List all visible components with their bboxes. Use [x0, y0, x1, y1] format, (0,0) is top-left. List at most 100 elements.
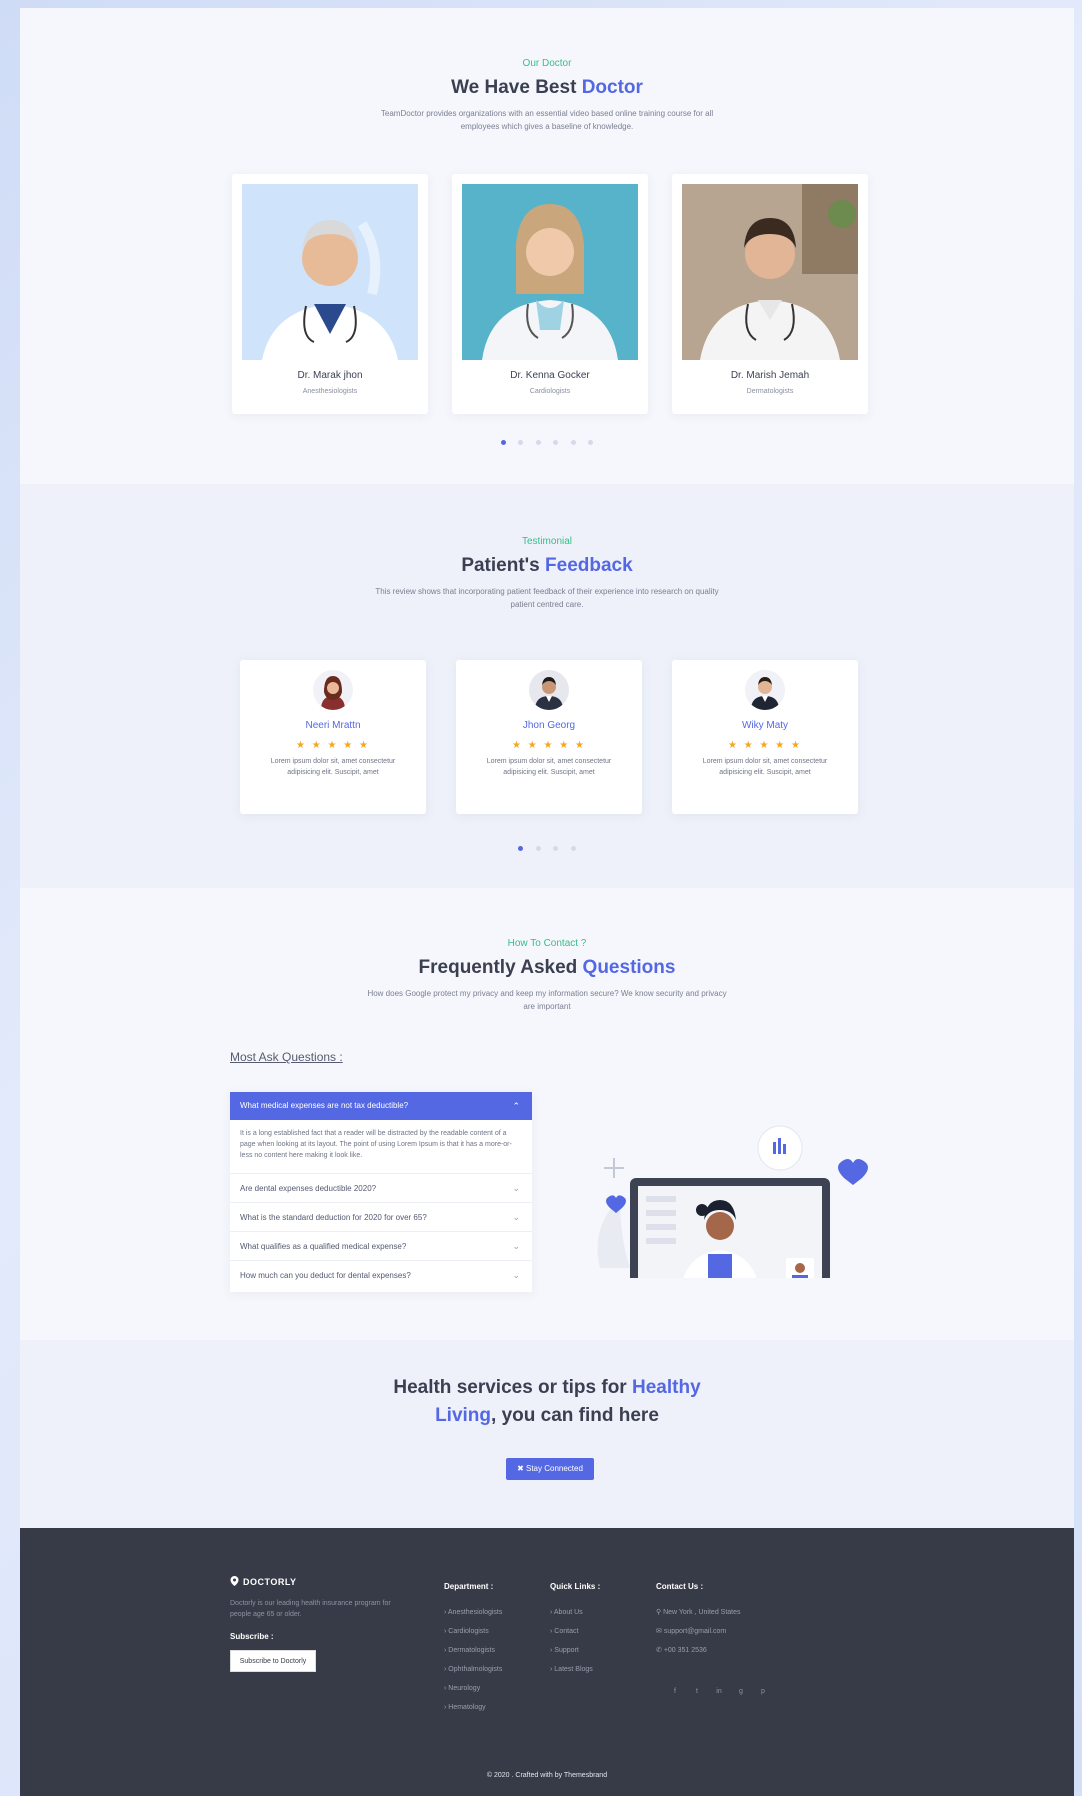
- doctor-carousel-pager: [20, 432, 1074, 450]
- faq-question-text: Are dental expenses deductible 2020?: [240, 1184, 377, 1193]
- copyright: © 2020 . Crafted with by Themesbrand: [486, 1772, 608, 1779]
- subscribe-label: Subscribe :: [230, 1632, 274, 1641]
- cta-line2-plain: , you can find here: [491, 1405, 659, 1426]
- faq-accordion: What medical expenses are not tax deduct…: [230, 1092, 532, 1292]
- pager-dot[interactable]: [570, 846, 576, 851]
- faq-section: How To Contact ? Frequently Asked Questi…: [20, 888, 1074, 1340]
- department-column: Department : Anesthesiologists Cardiolog…: [444, 1582, 502, 1717]
- doctors-heading: We Have Best Doctor: [20, 77, 1074, 99]
- footer-brand[interactable]: DOCTORLY: [230, 1576, 297, 1587]
- feedback-card[interactable]: Jhon Georg ★ ★ ★ ★ ★ Lorem ipsum dolor s…: [456, 660, 642, 814]
- feedback-text: Lorem ipsum dolor sit, amet consectetur …: [702, 758, 828, 776]
- linkedin-icon[interactable]: in: [708, 1688, 730, 1695]
- quick-link[interactable]: Latest Blogs: [550, 1660, 600, 1679]
- chevron-down-icon: ⌄: [512, 1212, 520, 1222]
- doctor-name: Dr. Marish Jemah: [730, 370, 810, 381]
- chevron-down-icon: ⌄: [512, 1270, 520, 1280]
- feedback-name: Neeri Mrattn: [305, 720, 361, 731]
- google-icon[interactable]: g: [730, 1688, 752, 1695]
- pager-dot[interactable]: [535, 440, 541, 445]
- testimonials-eyebrow: Testimonial: [521, 536, 573, 547]
- faq-heading-accent: Questions: [582, 957, 676, 978]
- contact-email-text: support@gmail.com: [663, 1628, 727, 1635]
- feedback-name: Jhon Georg: [522, 720, 576, 731]
- pinterest-icon[interactable]: p: [752, 1688, 774, 1695]
- faq-question-open[interactable]: What medical expenses are not tax deduct…: [230, 1092, 532, 1120]
- doctor-name: Dr. Marak jhon: [297, 370, 363, 381]
- pager-dot[interactable]: [535, 846, 541, 851]
- subscribe-button[interactable]: Subscribe to Doctorly: [230, 1650, 316, 1672]
- phone-icon: ✆: [656, 1647, 664, 1654]
- contact-phone-text: +00 351 2536: [663, 1647, 707, 1654]
- faq-question-text: What medical expenses are not tax deduct…: [240, 1101, 409, 1110]
- cta-line1-plain: Health services or tips for: [393, 1377, 632, 1398]
- doctor-carousel: Dr. Marak jhon Anesthesiologists Dr. Ken…: [232, 174, 868, 414]
- department-link[interactable]: Cardiologists: [444, 1622, 502, 1641]
- pager-dot[interactable]: [570, 440, 576, 445]
- location-pin-icon: [230, 1576, 239, 1586]
- quick-links-column: Quick Links : About Us Contact Support L…: [550, 1582, 600, 1679]
- doctor-card[interactable]: Dr. Marak jhon Anesthesiologists: [232, 174, 428, 414]
- department-link[interactable]: Dermatologists: [444, 1641, 502, 1660]
- pager-dot[interactable]: [553, 846, 559, 851]
- department-link[interactable]: Hematology: [444, 1698, 502, 1717]
- footer: DOCTORLY Doctorly is our leading health …: [20, 1528, 1074, 1796]
- faq-list-label: Most Ask Questions :: [230, 1050, 343, 1064]
- faq-question-text: How much can you deduct for dental expen…: [240, 1271, 411, 1280]
- star-rating: ★ ★ ★ ★ ★: [296, 740, 370, 751]
- feedback-card[interactable]: Neeri Mrattn ★ ★ ★ ★ ★ Lorem ipsum dolor…: [240, 660, 426, 814]
- contact-email[interactable]: ✉ support@gmail.com: [656, 1622, 741, 1641]
- pager-dot[interactable]: [518, 440, 524, 445]
- contact-phone[interactable]: ✆ +00 351 2536: [656, 1641, 741, 1660]
- cta-line1-accent: Healthy: [632, 1377, 701, 1398]
- doctor-photo: [682, 184, 858, 360]
- chevron-down-icon: ⌄: [512, 1183, 520, 1193]
- department-link[interactable]: Neurology: [444, 1679, 502, 1698]
- department-link[interactable]: Anesthesiologists: [444, 1603, 502, 1622]
- stay-connected-button[interactable]: ✖ Stay Connected: [506, 1458, 594, 1480]
- doctors-heading-plain: We Have Best: [451, 77, 582, 98]
- pager-dot[interactable]: [518, 846, 524, 851]
- contact-title: Contact Us :: [656, 1582, 704, 1591]
- chevron-up-icon: ⌃: [512, 1101, 520, 1111]
- faq-eyebrow: How To Contact ?: [507, 938, 587, 949]
- cta-section: Health services or tips for Healthy Livi…: [20, 1340, 1074, 1528]
- facebook-icon[interactable]: f: [664, 1688, 686, 1695]
- faq-answer: It is a long established fact that a rea…: [230, 1120, 532, 1174]
- faq-question[interactable]: What is the standard deduction for 2020 …: [230, 1203, 532, 1232]
- star-rating: ★ ★ ★ ★ ★: [512, 740, 586, 751]
- footer-description: Doctorly is our leading health insurance…: [230, 1600, 391, 1618]
- doctor-role: Cardiologists: [529, 388, 571, 395]
- email-icon: ✉: [656, 1628, 664, 1635]
- feedback-carousel-pager: [20, 838, 1074, 856]
- doctors-eyebrow: Our Doctor: [522, 58, 572, 69]
- doctor-card[interactable]: Dr. Marish Jemah Dermatologists: [672, 174, 868, 414]
- doctor-photo: [242, 184, 418, 360]
- quick-link[interactable]: Support: [550, 1641, 600, 1660]
- feedback-name: Wiky Maty: [741, 720, 789, 731]
- feedback-card[interactable]: Wiky Maty ★ ★ ★ ★ ★ Lorem ipsum dolor si…: [672, 660, 858, 814]
- contact-address: ⚲ New York , United States: [656, 1603, 741, 1622]
- faq-question[interactable]: How much can you deduct for dental expen…: [230, 1261, 532, 1290]
- brand-name: DOCTORLY: [243, 1577, 297, 1587]
- faq-heading: Frequently Asked Questions: [20, 957, 1074, 979]
- contact-column: Contact Us : ⚲ New York , United States …: [656, 1582, 741, 1660]
- feedback-carousel: Neeri Mrattn ★ ★ ★ ★ ★ Lorem ipsum dolor…: [240, 660, 860, 814]
- pager-dot[interactable]: [500, 440, 506, 445]
- doctor-card[interactable]: Dr. Kenna Gocker Cardiologists: [452, 174, 648, 414]
- faq-question[interactable]: Are dental expenses deductible 2020? ⌄: [230, 1174, 532, 1203]
- quick-link[interactable]: About Us: [550, 1603, 600, 1622]
- faq-question-text: What is the standard deduction for 2020 …: [240, 1213, 427, 1222]
- chevron-down-icon: ⌄: [512, 1241, 520, 1251]
- testimonials-subtitle: This review shows that incorporating pat…: [375, 587, 719, 609]
- pager-dot[interactable]: [553, 440, 559, 445]
- telemedicine-illustration: [580, 1078, 880, 1312]
- pager-dot[interactable]: [588, 440, 594, 445]
- cta-heading: Health services or tips for Healthy Livi…: [20, 1374, 1074, 1430]
- faq-question[interactable]: What qualifies as a qualified medical ex…: [230, 1232, 532, 1261]
- quick-link[interactable]: Contact: [550, 1622, 600, 1641]
- department-title: Department :: [444, 1582, 494, 1591]
- doctor-role: Anesthesiologists: [302, 388, 358, 395]
- twitter-icon[interactable]: t: [686, 1688, 708, 1695]
- department-link[interactable]: Ophthalmologists: [444, 1660, 502, 1679]
